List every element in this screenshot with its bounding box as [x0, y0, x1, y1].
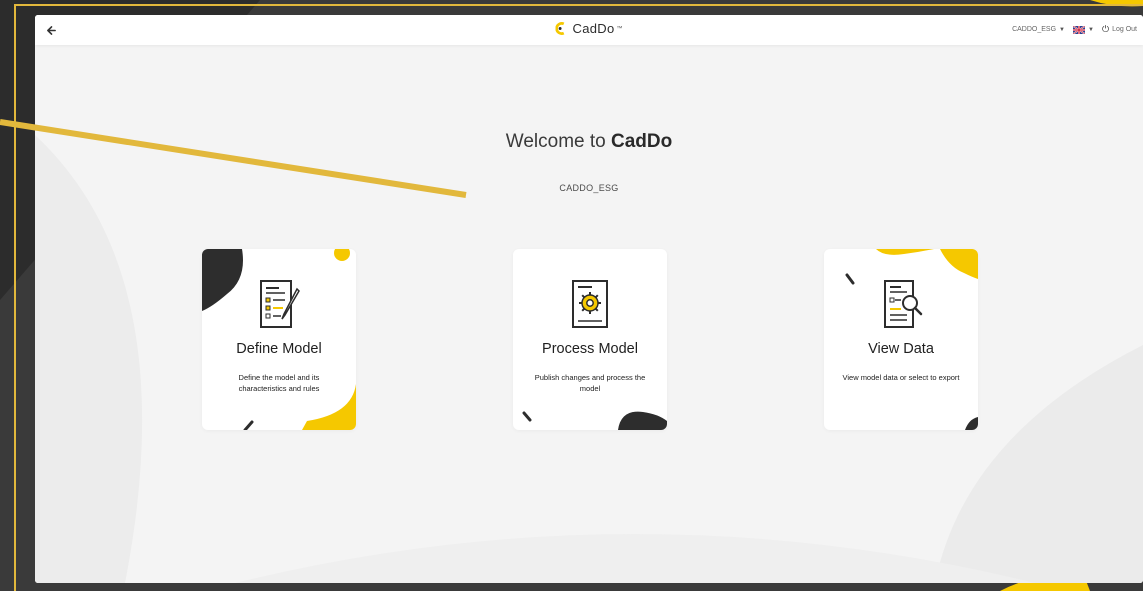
- card-description: Define the model and its characteristics…: [238, 373, 320, 393]
- brand-name: CadDo: [572, 21, 615, 36]
- card-title: View Data: [868, 341, 934, 357]
- user-menu-label: CADDO_ESG: [1012, 26, 1057, 33]
- app-window: CadDo ™ CADDO_ESG ▼ ▼ ⏻ Log Out Welcome …: [35, 15, 1143, 583]
- view-data-card[interactable]: View Data View model data or select to e…: [824, 249, 978, 430]
- define-model-icon: [260, 280, 300, 328]
- power-icon: ⏻: [1101, 24, 1110, 34]
- chevron-down-icon: ▼: [1088, 26, 1094, 33]
- process-model-card[interactable]: Process Model Publish changes and proces…: [513, 249, 667, 430]
- user-menu-dropdown[interactable]: CADDO_ESG ▼: [1012, 26, 1065, 33]
- define-model-card[interactable]: Define Model Define the model and its ch…: [202, 249, 356, 430]
- back-button[interactable]: [43, 22, 59, 38]
- language-dropdown[interactable]: ▼: [1073, 25, 1094, 34]
- brand-logo[interactable]: CadDo ™: [555, 21, 623, 36]
- logout-label: Log Out: [1112, 26, 1137, 33]
- brand-trademark: ™: [616, 25, 623, 32]
- view-data-icon: [884, 280, 923, 328]
- card-description: View model data or select to export: [842, 373, 960, 382]
- arrow-left-icon: [46, 25, 56, 35]
- card-title: Define Model: [236, 341, 322, 357]
- chevron-down-icon: ▼: [1059, 26, 1065, 33]
- process-model-icon: [572, 280, 608, 328]
- card-description: Publish changes and process the model: [534, 373, 646, 393]
- card-title: Process Model: [542, 341, 638, 357]
- top-navbar: CadDo ™ CADDO_ESG ▼ ▼ ⏻ Log Out: [35, 15, 1143, 45]
- app-stage: CadDo ™ CADDO_ESG ▼ ▼ ⏻ Log Out Welcome …: [0, 0, 1143, 591]
- top-right-menu: CADDO_ESG ▼ ▼ ⏻ Log Out: [1012, 24, 1137, 35]
- uk-flag-icon: [1073, 25, 1085, 34]
- welcome-prefix: Welcome to: [505, 131, 611, 152]
- welcome-heading: Welcome to CadDo: [35, 131, 1143, 153]
- logout-button[interactable]: ⏻ Log Out: [1102, 24, 1137, 35]
- caddo-logo-icon: [555, 22, 565, 35]
- model-name-subtitle: CADDO_ESG: [559, 183, 619, 193]
- welcome-brand: CadDo: [611, 131, 673, 152]
